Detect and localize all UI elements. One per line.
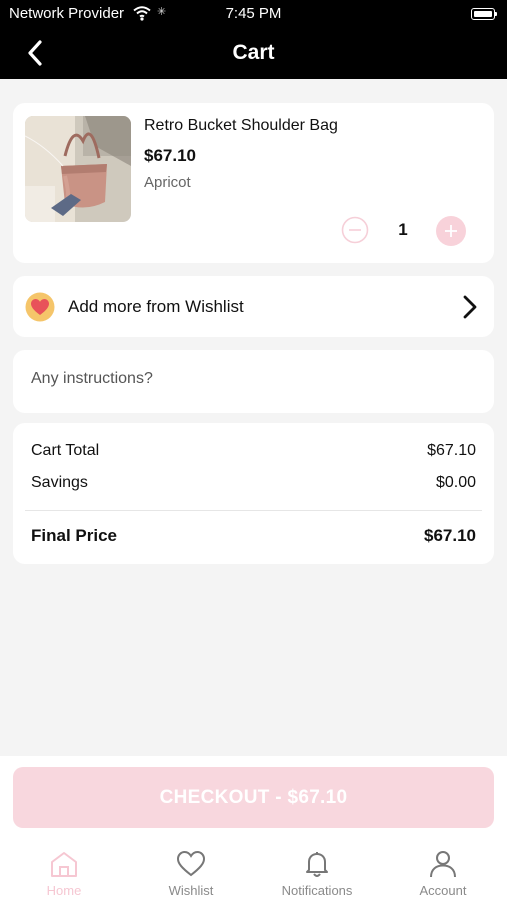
savings-label: Savings bbox=[31, 474, 88, 491]
cart-total-label: Cart Total bbox=[31, 442, 100, 459]
tab-wishlist-label: Wishlist bbox=[168, 883, 214, 898]
page-title: Cart bbox=[232, 41, 275, 64]
product-image[interactable] bbox=[25, 116, 131, 222]
product-name[interactable]: Retro Bucket Shoulder Bag bbox=[144, 117, 338, 135]
cart-total-value: $67.10 bbox=[427, 442, 476, 459]
quantity-value: 1 bbox=[398, 220, 408, 239]
savings-value: $0.00 bbox=[435, 474, 476, 491]
home-icon bbox=[51, 852, 77, 877]
chevron-right-icon bbox=[463, 295, 477, 319]
nav-bar: Cart bbox=[0, 28, 507, 79]
wishlist-row-label: Add more from Wishlist bbox=[68, 297, 244, 316]
summary-divider bbox=[25, 510, 482, 511]
user-icon bbox=[430, 851, 456, 878]
tab-notifications[interactable]: Notifications bbox=[267, 848, 367, 898]
tab-account[interactable]: Account bbox=[393, 848, 493, 898]
increase-quantity-button[interactable] bbox=[436, 216, 466, 246]
product-variant: Apricot bbox=[144, 174, 191, 191]
decrease-quantity-button[interactable] bbox=[341, 216, 369, 244]
price-summary-card: Cart Total $67.10 Savings $0.00 Final Pr… bbox=[13, 423, 494, 564]
instructions-input[interactable] bbox=[31, 370, 471, 388]
tab-wishlist[interactable]: Wishlist bbox=[141, 848, 241, 898]
cart-item-card: Retro Bucket Shoulder Bag $67.10 Apricot… bbox=[13, 103, 494, 263]
wishlist-heart-icon bbox=[25, 292, 55, 322]
heart-icon bbox=[176, 850, 206, 877]
final-price-label: Final Price bbox=[31, 526, 117, 545]
tab-notifications-label: Notifications bbox=[281, 883, 353, 898]
product-price: $67.10 bbox=[144, 146, 196, 165]
bell-icon bbox=[306, 852, 328, 877]
instructions-card bbox=[13, 350, 494, 413]
tab-home[interactable]: Home bbox=[14, 848, 114, 898]
battery-icon bbox=[471, 8, 497, 20]
final-price-value: $67.10 bbox=[424, 526, 476, 545]
checkout-button[interactable]: CHECKOUT - $67.10 bbox=[13, 767, 494, 828]
status-time: 7:45 PM bbox=[225, 5, 282, 22]
status-bar: Network Provider ✳ 7:45 PM bbox=[0, 0, 507, 28]
add-from-wishlist-row[interactable]: Add more from Wishlist bbox=[13, 276, 494, 337]
tab-home-label: Home bbox=[46, 883, 82, 898]
tab-account-label: Account bbox=[419, 883, 467, 898]
